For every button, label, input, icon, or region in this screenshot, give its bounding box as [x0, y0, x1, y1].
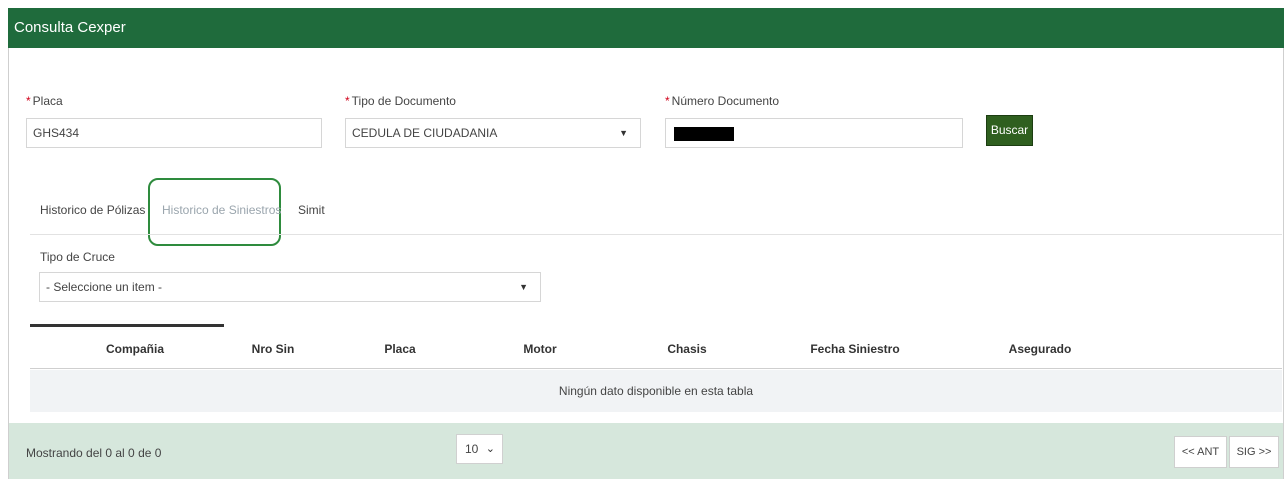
table-header-divider [30, 368, 1282, 369]
redacted-value [674, 127, 734, 141]
caret-down-icon: ▼ [519, 282, 528, 292]
table-footer [9, 423, 1283, 479]
required-mark: * [665, 94, 670, 108]
table-scroll-indicator [30, 324, 224, 327]
column-header-placa[interactable]: Placa [365, 342, 435, 356]
column-header-fecha-siniestro[interactable]: Fecha Siniestro [790, 342, 920, 356]
column-header-compania[interactable]: Compañia [70, 342, 200, 356]
search-button[interactable]: Buscar [986, 115, 1033, 146]
tipo-cruce-select[interactable]: - Seleccione un item - ▼ [39, 272, 541, 302]
tab-historico-polizas[interactable]: Historico de Pólizas [40, 203, 145, 217]
chevron-down-icon: ⌄ [485, 443, 495, 455]
prev-page-button[interactable]: << ANT [1174, 436, 1227, 468]
column-header-nro-sin[interactable]: Nro Sin [238, 342, 308, 356]
required-mark: * [345, 94, 350, 108]
tabs-divider [30, 234, 1282, 235]
column-header-asegurado[interactable]: Asegurado [990, 342, 1090, 356]
table-empty-message: Ningún dato disponible en esta tabla [30, 370, 1282, 412]
next-page-button[interactable]: SIG >> [1229, 436, 1279, 468]
tipo-documento-label: * Tipo de Documento [345, 94, 456, 108]
caret-down-icon: ▼ [619, 128, 628, 138]
tipo-cruce-label: Tipo de Cruce [40, 250, 115, 264]
tipo-documento-select[interactable]: CEDULA DE CIUDADANIA ▼ [345, 118, 641, 148]
numero-documento-input[interactable] [665, 118, 963, 148]
page-title: Consulta Cexper [8, 8, 1284, 48]
placa-label: * Placa [26, 94, 63, 108]
numero-documento-label: * Número Documento [665, 94, 780, 108]
placa-input[interactable]: GHS434 [26, 118, 322, 148]
page-size-select[interactable]: 10 ⌄ [456, 434, 503, 464]
tab-historico-siniestros[interactable]: Historico de Siniestros [162, 203, 281, 217]
required-mark: * [26, 94, 31, 108]
tab-simit[interactable]: Simit [298, 203, 325, 217]
pagination-info: Mostrando del 0 al 0 de 0 [26, 446, 162, 460]
column-header-motor[interactable]: Motor [505, 342, 575, 356]
column-header-chasis[interactable]: Chasis [652, 342, 722, 356]
